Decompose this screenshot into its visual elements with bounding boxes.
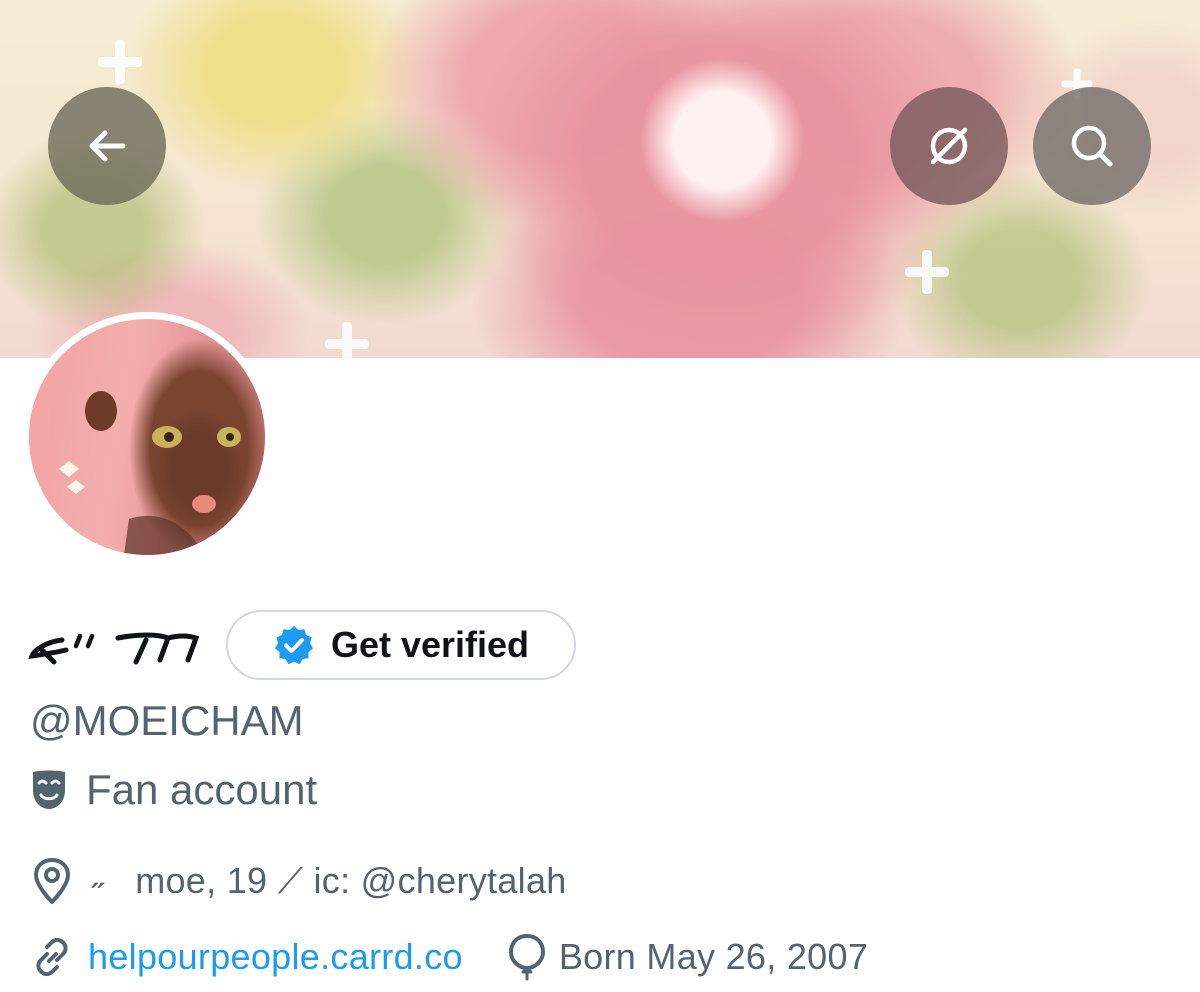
display-name (28, 616, 200, 676)
display-name-glyphs (28, 632, 200, 665)
location-pin-icon (34, 858, 70, 904)
location-text: ˶ moe, 19 ⟋ ic: @cherytalah (92, 859, 567, 901)
banner-sparkle (98, 40, 142, 84)
profile-meta-row: helpourpeople.carrd.co Born May 26, 2007 (30, 932, 868, 982)
verified-badge-icon (274, 626, 313, 665)
category-label: Fan account (86, 766, 318, 813)
profile-handle: @MOEICHAM (30, 697, 304, 744)
translate-toggle-button[interactable] (890, 87, 1008, 205)
profile-birthday: Born May 26, 2007 (507, 932, 868, 982)
search-icon (1071, 125, 1113, 167)
avatar[interactable] (22, 312, 272, 562)
banner-sparkle (325, 322, 369, 358)
search-button[interactable] (1033, 87, 1151, 205)
profile-link[interactable]: helpourpeople.carrd.co (88, 936, 463, 978)
balloon-icon (508, 933, 545, 981)
avatar-image (29, 319, 265, 555)
profile-location: ˶ moe, 19 ⟋ ic: @cherytalah (30, 856, 567, 906)
get-verified-label: Get verified (330, 624, 530, 665)
back-button[interactable] (48, 87, 166, 205)
avatar-illustration (29, 319, 241, 555)
profile-banner[interactable] (0, 0, 1200, 358)
birthday-text: Born May 26, 2007 (558, 936, 869, 977)
get-verified-button[interactable]: Get verified (226, 610, 576, 680)
theater-masks-icon (33, 770, 65, 809)
banner-sparkle (905, 250, 949, 294)
profile-category: Fan account (30, 766, 317, 814)
link-icon (36, 937, 68, 977)
arrow-left-icon (89, 130, 126, 162)
translate-off-icon (930, 127, 968, 165)
